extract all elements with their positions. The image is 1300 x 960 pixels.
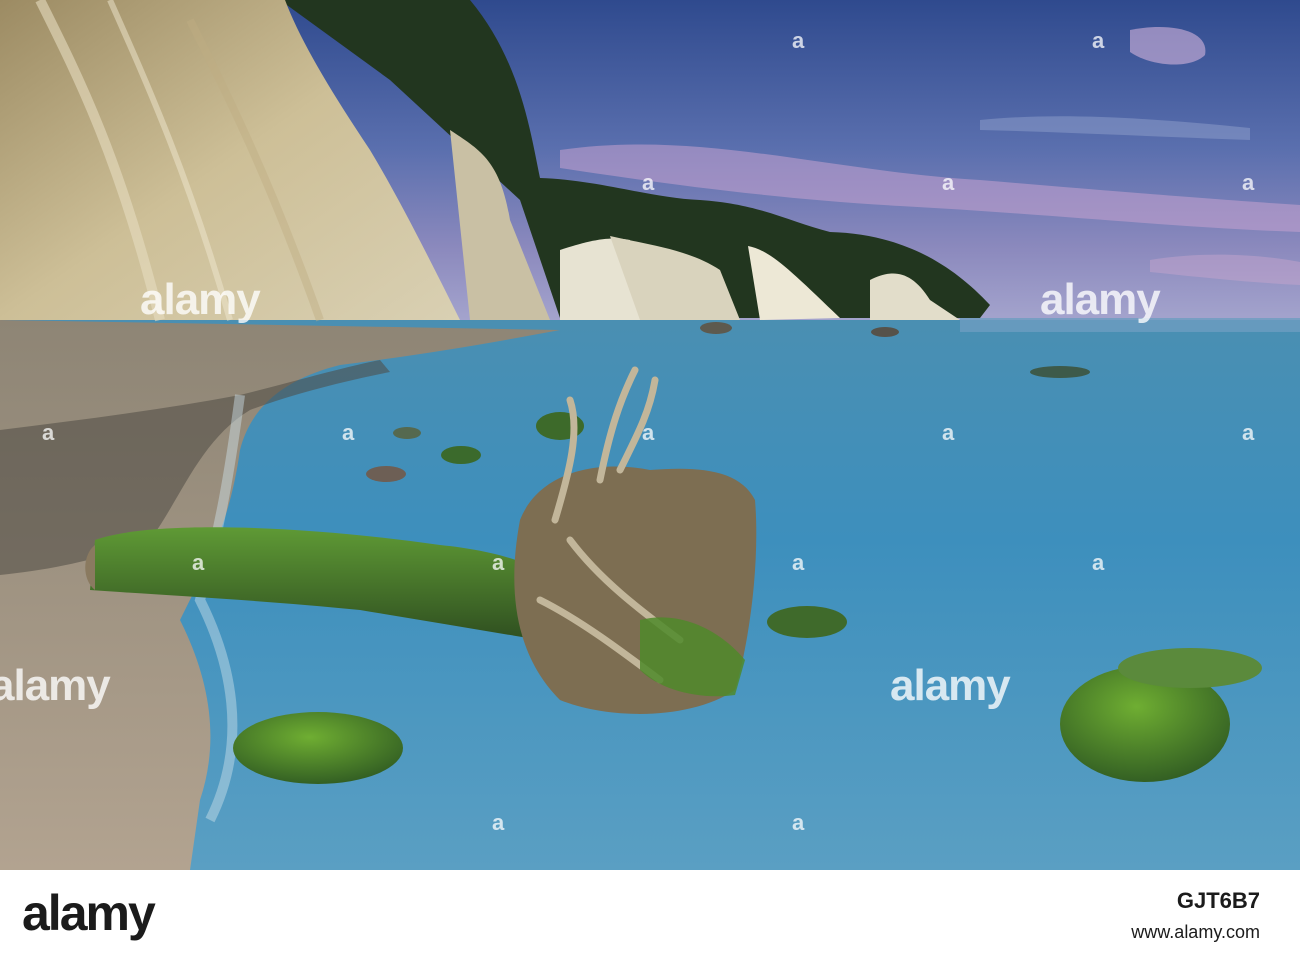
image-id: GJT6B7 xyxy=(1176,888,1260,913)
watermark-dot: a xyxy=(1092,28,1105,53)
watermark-dot: a xyxy=(1242,420,1255,445)
watermark-dot: a xyxy=(642,170,655,195)
mossy-rock xyxy=(233,712,403,784)
watermark-dot: a xyxy=(792,28,805,53)
rock xyxy=(871,327,899,337)
watermark-dot: a xyxy=(792,550,805,575)
watermark-dot: a xyxy=(492,550,505,575)
rock xyxy=(393,427,421,439)
mossy-rock xyxy=(767,606,847,638)
watermark-dot: a xyxy=(1092,550,1105,575)
watermark-dot: a xyxy=(942,170,955,195)
rock xyxy=(366,466,406,482)
photo: alamy alamy alamy alamy a a a a a a a a … xyxy=(0,0,1300,870)
watermark: alamy xyxy=(1040,275,1161,324)
watermark-dot: a xyxy=(42,420,55,445)
watermark-dot: a xyxy=(792,810,805,835)
watermark-dot: a xyxy=(342,420,355,445)
watermark-dot: a xyxy=(1242,170,1255,195)
mossy-rock xyxy=(441,446,481,464)
alamy-logo: alamy xyxy=(22,885,156,941)
watermark: alamy xyxy=(890,661,1011,710)
watermark: alamy xyxy=(140,275,261,324)
rock xyxy=(1030,366,1090,378)
watermark: alamy xyxy=(0,661,111,710)
watermark-dot: a xyxy=(642,420,655,445)
watermark-dot: a xyxy=(192,550,205,575)
footer-bar: alamy GJT6B7 www.alamy.com xyxy=(0,870,1300,960)
watermark-dot: a xyxy=(492,810,505,835)
mossy-rock xyxy=(1118,648,1262,688)
site-url: www.alamy.com xyxy=(1131,922,1260,942)
watermark-dot: a xyxy=(942,420,955,445)
rock xyxy=(700,322,732,334)
